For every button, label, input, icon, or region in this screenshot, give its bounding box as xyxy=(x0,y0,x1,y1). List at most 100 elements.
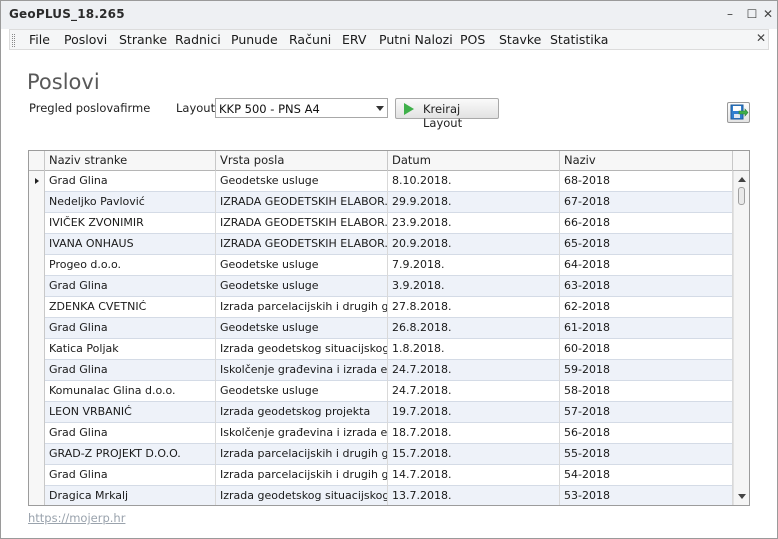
cell-vrsta-posla[interactable]: Izrada geodetskog situacijskog ... xyxy=(216,339,388,360)
cell-vrsta-posla[interactable]: IZRADA GEODETSKIH ELABOR... xyxy=(216,192,388,213)
table-row[interactable]: Grad Glina Iskolčenje građevina i izrada … xyxy=(29,423,733,444)
cell-naziv-stranke[interactable]: Katica Poljak xyxy=(45,339,216,360)
table-row[interactable]: Katica Poljak Izrada geodetskog situacijs… xyxy=(29,339,733,360)
cell-naziv[interactable]: 64-2018 xyxy=(560,255,733,276)
cell-naziv-stranke[interactable]: Nedeljko Pavlović xyxy=(45,192,216,213)
cell-naziv[interactable]: 59-2018 xyxy=(560,360,733,381)
cell-vrsta-posla[interactable]: Izrada geodetskog projekta xyxy=(216,402,388,423)
cell-naziv[interactable]: 62-2018 xyxy=(560,297,733,318)
cell-datum[interactable]: 18.7.2018. xyxy=(388,423,560,444)
menu-poslovi[interactable]: Poslovi xyxy=(64,32,107,47)
cell-vrsta-posla[interactable]: Iskolčenje građevina i izrada el... xyxy=(216,423,388,444)
column-header-vrsta-posla[interactable]: Vrsta posla xyxy=(216,151,388,171)
cell-vrsta-posla[interactable]: IZRADA GEODETSKIH ELABOR... xyxy=(216,213,388,234)
maximize-icon[interactable]: ☐ xyxy=(741,5,763,23)
cell-datum[interactable]: 27.8.2018. xyxy=(388,297,560,318)
table-row[interactable]: IVIČEK ZVONIMIR IZRADA GEODETSKIH ELABOR.… xyxy=(29,213,733,234)
cell-naziv[interactable]: 58-2018 xyxy=(560,381,733,402)
cell-datum[interactable]: 3.9.2018. xyxy=(388,276,560,297)
cell-vrsta-posla[interactable]: IZRADA GEODETSKIH ELABOR... xyxy=(216,234,388,255)
export-button[interactable] xyxy=(727,102,750,123)
menu-file[interactable]: File xyxy=(29,32,50,47)
cell-datum[interactable]: 8.10.2018. xyxy=(388,171,560,192)
cell-naziv-stranke[interactable]: Progeo d.o.o. xyxy=(45,255,216,276)
cell-vrsta-posla[interactable]: Geodetske usluge xyxy=(216,276,388,297)
table-row[interactable]: Grad Glina Iskolčenje građevina i izrada … xyxy=(29,360,733,381)
cell-vrsta-posla[interactable]: Geodetske usluge xyxy=(216,381,388,402)
table-row[interactable]: Grad Glina Geodetske usluge 3.9.2018. 63-20… xyxy=(29,276,733,297)
footer-link[interactable]: https://mojerp.hr xyxy=(28,511,125,525)
row-header[interactable] xyxy=(29,213,45,234)
cell-vrsta-posla[interactable]: Izrada parcelacijskih i drugih ge... xyxy=(216,297,388,318)
cell-datum[interactable]: 1.8.2018. xyxy=(388,339,560,360)
row-header[interactable] xyxy=(29,465,45,486)
cell-datum[interactable]: 20.9.2018. xyxy=(388,234,560,255)
cell-datum[interactable]: 26.8.2018. xyxy=(388,318,560,339)
row-header[interactable] xyxy=(29,297,45,318)
menu-stranke[interactable]: Stranke xyxy=(119,32,167,47)
cell-naziv[interactable]: 65-2018 xyxy=(560,234,733,255)
cell-naziv-stranke[interactable]: GRAD-Z PROJEKT D.O.O. xyxy=(45,444,216,465)
cell-naziv-stranke[interactable]: Grad Glina xyxy=(45,171,216,192)
table-row[interactable]: IVANA ONHAUS IZRADA GEODETSKIH ELABOR... 2… xyxy=(29,234,733,255)
menu-radnici[interactable]: Radnici xyxy=(175,32,221,47)
cell-vrsta-posla[interactable]: Iskolčenje građevina i izrada el... xyxy=(216,360,388,381)
chevron-down-icon[interactable] xyxy=(376,106,384,111)
cell-naziv-stranke[interactable]: Dragica Mrkalj xyxy=(45,486,216,505)
table-row[interactable]: ZDENKA CVETNIĆ Izrada parcelacijskih i dr… xyxy=(29,297,733,318)
cell-vrsta-posla[interactable]: Izrada geodetskog situacijskog ... xyxy=(216,486,388,505)
column-header-naziv-stranke[interactable]: Naziv stranke xyxy=(45,151,216,171)
table-row[interactable]: Komunalac Glina d.o.o. Geodetske usluge 24… xyxy=(29,381,733,402)
scroll-up-icon[interactable] xyxy=(738,177,746,182)
cell-naziv[interactable]: 66-2018 xyxy=(560,213,733,234)
cell-datum[interactable]: 15.7.2018. xyxy=(388,444,560,465)
cell-datum[interactable]: 23.9.2018. xyxy=(388,213,560,234)
cell-naziv[interactable]: 60-2018 xyxy=(560,339,733,360)
row-header[interactable] xyxy=(29,444,45,465)
cell-naziv[interactable]: 68-2018 xyxy=(560,171,733,192)
row-header[interactable] xyxy=(29,276,45,297)
scroll-down-icon[interactable] xyxy=(738,494,746,499)
cell-naziv[interactable]: 67-2018 xyxy=(560,192,733,213)
row-header[interactable] xyxy=(29,192,45,213)
row-header[interactable] xyxy=(29,171,45,192)
row-header[interactable] xyxy=(29,486,45,505)
cell-naziv-stranke[interactable]: Grad Glina xyxy=(45,318,216,339)
cell-naziv[interactable]: 57-2018 xyxy=(560,402,733,423)
cell-datum[interactable]: 19.7.2018. xyxy=(388,402,560,423)
cell-naziv-stranke[interactable]: Grad Glina xyxy=(45,276,216,297)
cell-naziv[interactable]: 55-2018 xyxy=(560,444,733,465)
cell-naziv[interactable]: 63-2018 xyxy=(560,276,733,297)
cell-datum[interactable]: 14.7.2018. xyxy=(388,465,560,486)
row-header[interactable] xyxy=(29,234,45,255)
cell-naziv-stranke[interactable]: IVIČEK ZVONIMIR xyxy=(45,213,216,234)
cell-datum[interactable]: 29.9.2018. xyxy=(388,192,560,213)
cell-naziv-stranke[interactable]: ZDENKA CVETNIĆ xyxy=(45,297,216,318)
row-header[interactable] xyxy=(29,255,45,276)
menu-close-icon[interactable]: ✕ xyxy=(756,31,766,45)
cell-naziv-stranke[interactable]: LEON VRBANIĆ xyxy=(45,402,216,423)
cell-vrsta-posla[interactable]: Izrada parcelacijskih i drugih ge... xyxy=(216,444,388,465)
table-row[interactable]: GRAD-Z PROJEKT D.O.O. Izrada parcelacijsk… xyxy=(29,444,733,465)
table-row[interactable]: LEON VRBANIĆ Izrada geodetskog projekta 19… xyxy=(29,402,733,423)
vertical-scrollbar[interactable] xyxy=(733,171,749,505)
scroll-thumb[interactable] xyxy=(738,187,745,205)
cell-naziv-stranke[interactable]: Grad Glina xyxy=(45,465,216,486)
cell-vrsta-posla[interactable]: Izrada parcelacijskih i drugih ge... xyxy=(216,465,388,486)
cell-naziv[interactable]: 53-2018 xyxy=(560,486,733,505)
cell-vrsta-posla[interactable]: Geodetske usluge xyxy=(216,255,388,276)
cell-datum[interactable]: 24.7.2018. xyxy=(388,381,560,402)
cell-naziv-stranke[interactable]: Komunalac Glina d.o.o. xyxy=(45,381,216,402)
cell-datum[interactable]: 24.7.2018. xyxy=(388,360,560,381)
row-header[interactable] xyxy=(29,381,45,402)
minimize-icon[interactable]: – xyxy=(719,5,741,23)
menu-pos[interactable]: POS xyxy=(460,32,485,47)
table-row[interactable]: Nedeljko Pavlović IZRADA GEODETSKIH ELABO… xyxy=(29,192,733,213)
layout-select[interactable]: KKP 500 - PNS A4 xyxy=(215,98,388,118)
create-layout-button[interactable]: Kreiraj Layout xyxy=(395,98,499,130)
cell-vrsta-posla[interactable]: Geodetske usluge xyxy=(216,318,388,339)
column-header-naziv[interactable]: Naziv xyxy=(560,151,733,171)
row-header[interactable] xyxy=(29,360,45,381)
table-row[interactable]: Dragica Mrkalj Izrada geodetskog situacij… xyxy=(29,486,733,505)
menu-punude[interactable]: Punude xyxy=(231,32,278,47)
